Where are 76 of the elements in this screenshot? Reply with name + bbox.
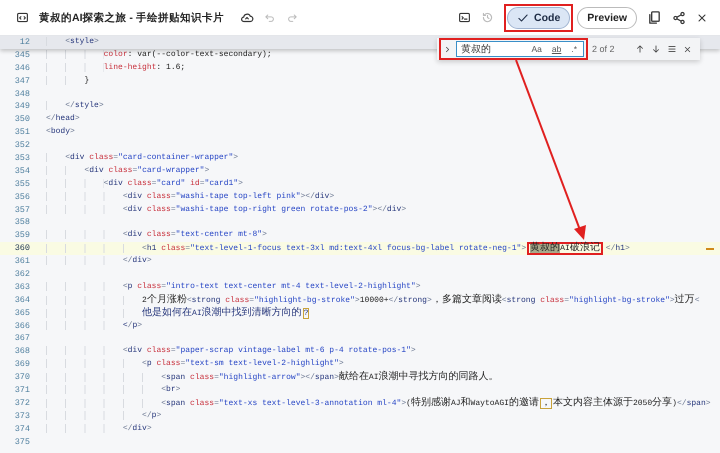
code-line: <h1 class="text-level-1-focus text-3xl md:text-4xl focus-bg-label rotate-neg-1"> 黄叔的AI破浪记 </h1>	[46, 242, 630, 256]
code-line: color: var(--color-text-secondary);	[46, 48, 272, 62]
check-icon	[517, 12, 530, 24]
line-number: 374	[14, 422, 31, 436]
line-number: 354	[14, 164, 31, 178]
code-line: <p class="intro-text text-center mt-4 text-level-2-highlight">	[46, 280, 421, 294]
cloud-icon[interactable]	[240, 10, 254, 24]
line-number: 358	[14, 216, 31, 230]
code-line: <br>	[46, 384, 180, 397]
chevron-icon[interactable]	[443, 44, 452, 54]
line-number: 373	[14, 410, 31, 423]
match-count: 2 of 2	[592, 44, 615, 54]
close-icon[interactable]	[696, 12, 708, 24]
line-number: 351	[14, 126, 31, 140]
line-number: 362	[14, 268, 31, 281]
code-line: </p>	[46, 410, 162, 423]
view-tab[interactable]: Preview	[577, 6, 637, 28]
code-line: <div class="washi-tape top-right green rotate-pos-2"></div>	[46, 204, 406, 216]
copy-icon[interactable]	[647, 10, 662, 25]
line-number: 372	[14, 396, 31, 410]
line-number: 346	[14, 62, 31, 75]
line-number: 366	[14, 320, 31, 332]
code-line: <div class="text-center mt-8">	[46, 229, 267, 242]
line-number: 349	[14, 100, 31, 114]
window-title: 黄叔的AI探索之旅 - 手绘拼贴知识卡片	[39, 10, 224, 24]
code-line: line-height: 1.6;	[46, 62, 186, 75]
code-line: </head>	[46, 113, 80, 126]
find-option[interactable]: ab	[550, 43, 564, 55]
code-line: <p class="text-sm text-level-2-highlight">	[46, 358, 344, 372]
down-arrow-icon[interactable]	[650, 44, 661, 54]
line-number: 370	[14, 371, 31, 384]
code-line: <body>	[46, 126, 75, 138]
line-number: 352	[14, 139, 31, 152]
line-number: 365	[14, 306, 31, 320]
line-number: 12	[18, 36, 31, 49]
code-line: </style>	[46, 100, 104, 114]
view-tab[interactable]: Code	[507, 6, 570, 28]
line-number: 368	[14, 345, 31, 358]
line-number: 347	[14, 74, 31, 88]
line-number: 369	[14, 358, 31, 372]
code-line: <style>	[46, 36, 99, 49]
code-line: 2个月涨粉<strong class="highlight-bg-stroke">10000+</strong>，多篇文章阅读<strong class="highlight-bg-stroke">过万<	[46, 294, 700, 307]
code-line: </p>	[46, 320, 142, 332]
code-line: <div class="card-wrapper">	[46, 164, 210, 178]
find-option[interactable]: .*	[569, 43, 579, 55]
line-number: 363	[14, 280, 31, 294]
code-line: <div class="card" id="card1">	[46, 178, 243, 191]
line-number: 375	[14, 436, 31, 448]
line-number: 359	[14, 229, 31, 242]
code-line: 他是如何在AI浪潮中找到清晰方向的 ?	[46, 306, 310, 320]
minimap-marker	[706, 248, 714, 250]
line-number: 364	[14, 294, 31, 307]
line-number: 356	[14, 190, 31, 204]
find-option[interactable]: Aa	[529, 43, 544, 55]
code-line: <div class="paper-scrap vintage-label mt-6 p-4 rotate-pos-1">	[46, 345, 416, 358]
line-number: 367	[14, 332, 31, 346]
code-line: <div class="card-container-wrapper">	[46, 152, 238, 165]
line-number: 345	[14, 48, 31, 62]
code-icon	[16, 11, 29, 24]
line-number: 357	[14, 204, 31, 216]
close-icon[interactable]	[682, 44, 692, 54]
line-number: 355	[14, 178, 31, 191]
line-number: 353	[14, 152, 31, 165]
code-line: <div class="washi-tape top-left pink"></div>	[46, 190, 334, 204]
line-number: 350	[14, 113, 31, 126]
terminal-icon[interactable]	[458, 11, 472, 24]
line-number: 361	[14, 255, 31, 268]
share-icon[interactable]	[672, 10, 686, 24]
line-number: 348	[14, 88, 31, 100]
code-line: <span class="highlight-arrow"></span>献给在AI浪潮中寻找方向的同路人。	[46, 371, 499, 384]
code-line: <span class="text-xs text-level-3-annotation ml-4">(特别感谢AJ和WaytoAGI的邀请 ， 本文内容主体源于2050分享)</span>	[46, 396, 711, 410]
find-field[interactable]: 黄叔的 Aa ab .*	[456, 41, 584, 57]
line-number: 371	[14, 384, 31, 397]
line-number: 360	[14, 242, 31, 256]
lines-icon[interactable]	[666, 44, 677, 54]
up-arrow-icon[interactable]	[634, 44, 645, 54]
